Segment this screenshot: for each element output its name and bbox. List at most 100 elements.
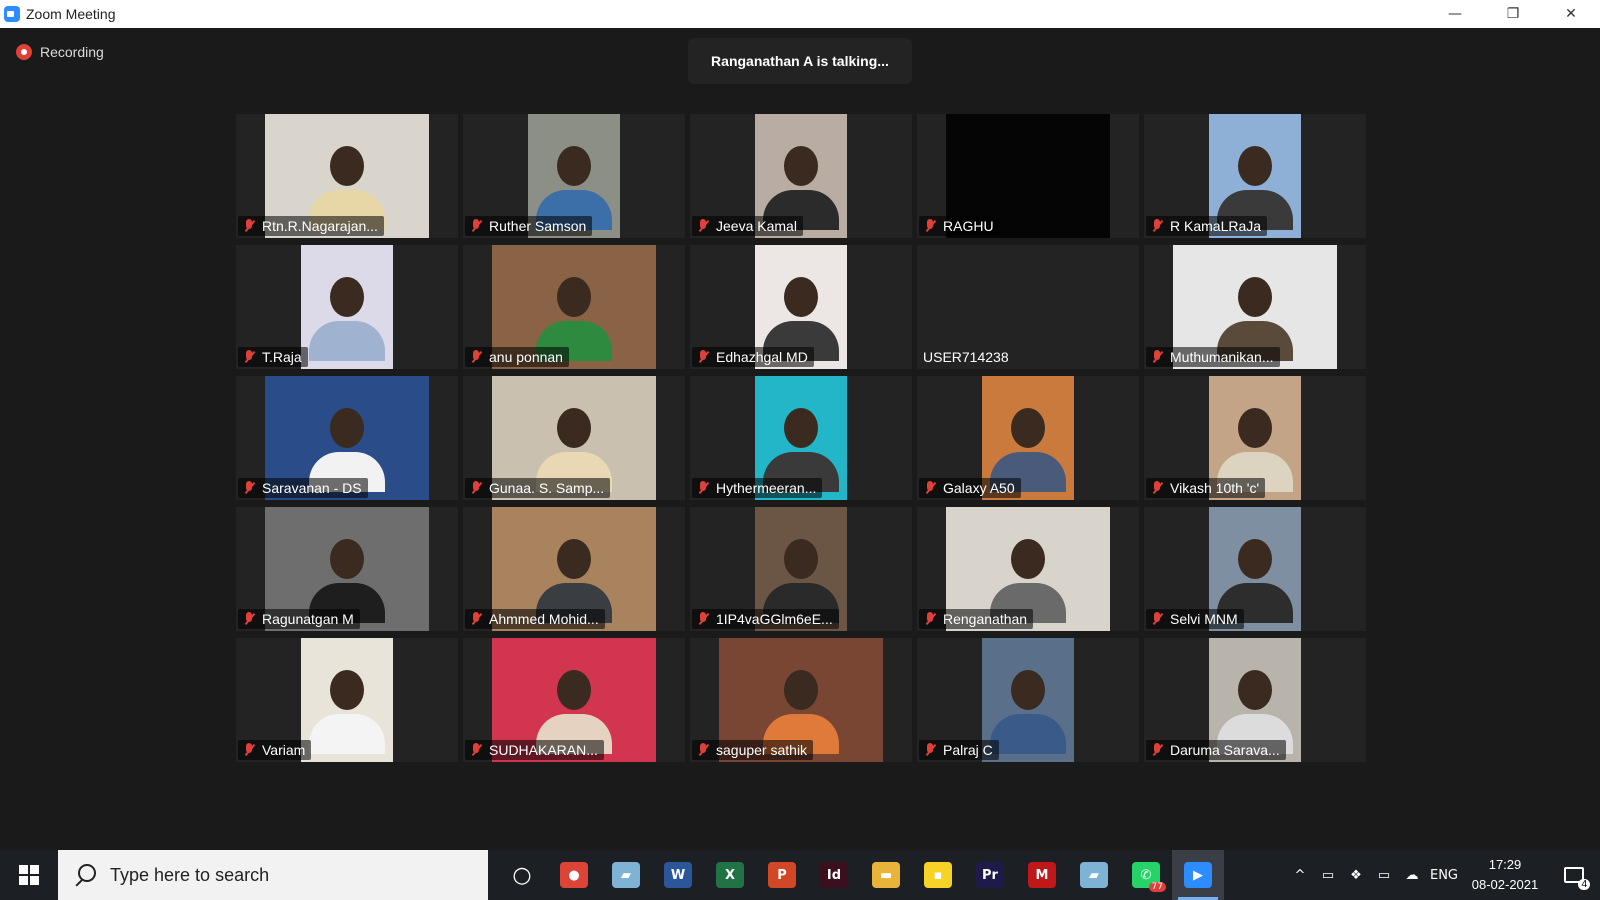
chrome-taskbar-button[interactable]: ● [548,850,600,900]
participant-name: Rtn.R.Nagarajan... [262,218,378,234]
sticky-notes-taskbar-button[interactable]: ▪ [912,850,964,900]
participant-tile[interactable]: Saravanan - DS [236,376,458,500]
participant-tile[interactable]: Muthumanikan... [1144,245,1366,369]
muted-mic-icon [923,611,937,627]
participant-name: T.Raja [262,349,302,365]
participant-name-tag: Jeeva Kamal [692,216,803,236]
device-icon[interactable]: ▭ [1314,850,1342,900]
participant-name-tag: anu ponnan [465,347,569,367]
app2-icon: ▰ [1080,862,1108,888]
onedrive-cloud-icon[interactable]: ☁ [1398,850,1426,900]
search-placeholder: Type here to search [110,864,270,885]
participant-tile[interactable]: SUDHAKARAN... [463,638,685,762]
participant-tile[interactable]: saguper sathik [690,638,912,762]
participant-video [301,245,393,369]
participant-name-tag: Renganathan [919,609,1034,629]
participant-tile[interactable]: Daruma Sarava... [1144,638,1366,762]
participant-tile[interactable]: 1IP4vaGGlm6eE... [690,507,912,631]
participant-tile[interactable]: Vikash 10th 'c' [1144,376,1366,500]
participant-tile[interactable]: Palraj C [917,638,1139,762]
excel-taskbar-button[interactable]: X [704,850,756,900]
zoom-window: Zoom Meeting — ❐ ✕ Recording Ranganathan… [0,0,1600,900]
participant-tile[interactable]: Edhazhgal MD [690,245,912,369]
clock-date: 08-02-2021 [1471,877,1539,892]
powerpoint-taskbar-button[interactable]: P [756,850,808,900]
participant-tile[interactable]: Selvi MNM [1144,507,1366,631]
participant-figure [309,670,385,754]
unread-badge: 77 [1148,882,1166,892]
mcafee-icon: M [1028,862,1056,888]
participant-tile[interactable]: Ruther Samson [463,114,685,238]
indesign-taskbar-button[interactable]: Id [808,850,860,900]
participant-figure [309,277,385,361]
participant-tile[interactable]: Renganathan [917,507,1139,631]
participant-name: Edhazhgal MD [716,349,808,365]
muted-mic-icon [1150,349,1164,365]
participant-name: 1IP4vaGGlm6eE... [716,611,833,627]
app2-taskbar-button[interactable]: ▰ [1068,850,1120,900]
mcafee-taskbar-button[interactable]: M [1016,850,1068,900]
premiere-taskbar-button[interactable]: Pr [964,850,1016,900]
participant-name: Jeeva Kamal [716,218,797,234]
participant-tile[interactable]: anu ponnan [463,245,685,369]
word-taskbar-button[interactable]: W [652,850,704,900]
participant-name: Gunaa. S. Samp... [489,480,605,496]
participant-tile[interactable]: Jeeva Kamal [690,114,912,238]
participant-tile[interactable]: RAGHU [917,114,1139,238]
chrome-icon: ● [560,862,588,888]
participant-tile[interactable]: Galaxy A50 [917,376,1139,500]
muted-mic-icon [242,480,256,496]
participant-name-tag: T.Raja [238,347,308,367]
show-hidden-icons-chevron-icon[interactable]: ^ [1286,850,1314,900]
action-center-button[interactable]: 4 [1548,850,1600,900]
muted-mic-icon [696,349,710,365]
participant-tile[interactable]: R KamaLRaJa [1144,114,1366,238]
participant-name: Variam [262,742,306,758]
participant-name-tag: Selvi MNM [1146,609,1244,629]
participant-tile[interactable]: T.Raja [236,245,458,369]
muted-mic-icon [469,480,483,496]
restore-button[interactable]: ❐ [1484,0,1542,28]
participant-tile[interactable]: Gunaa. S. Samp... [463,376,685,500]
app-taskbar-button[interactable]: ▰ [600,850,652,900]
participant-tile[interactable]: Variam [236,638,458,762]
premiere-icon: Pr [976,862,1004,888]
muted-mic-icon [469,611,483,627]
participant-tile[interactable]: Ragunatgan M [236,507,458,631]
participant-name-tag: Hythermeeran... [692,478,823,498]
participant-name-tag: SUDHAKARAN... [465,740,604,760]
participant-name-tag: Gunaa. S. Samp... [465,478,611,498]
start-button[interactable] [0,850,58,900]
muted-mic-icon [923,218,937,234]
participant-name: Galaxy A50 [943,480,1015,496]
recording-indicator[interactable]: Recording [16,44,104,60]
participant-name: Vikash 10th 'c' [1170,480,1260,496]
dropbox-icon[interactable]: ❖ [1342,850,1370,900]
excel-icon: X [716,862,744,888]
minimize-button[interactable]: — [1426,0,1484,28]
participant-tile[interactable]: Ahmmed Mohid... [463,507,685,631]
whatsapp-taskbar-button[interactable]: ✆ 77 [1120,850,1172,900]
close-button[interactable]: ✕ [1542,0,1600,28]
participant-name-tag: Ahmmed Mohid... [465,609,605,629]
cortana-icon: ○ [512,862,532,888]
participant-name: Saravanan - DS [262,480,362,496]
zoom-taskbar-button[interactable]: ▶ [1172,850,1224,900]
file-explorer-taskbar-button[interactable]: ▬ [860,850,912,900]
battery-icon[interactable]: ▭ [1370,850,1398,900]
muted-mic-icon [242,742,256,758]
title-bar: Zoom Meeting — ❐ ✕ [0,0,1600,28]
clock[interactable]: 17:29 08-02-2021 [1462,850,1548,900]
participant-tile[interactable]: USER714238 [917,245,1139,369]
participant-name: Hythermeeran... [716,480,817,496]
participant-tile[interactable]: Rtn.R.Nagarajan... [236,114,458,238]
window-title: Zoom Meeting [26,6,116,22]
taskbar-search-box[interactable]: Type here to search [58,850,488,900]
cortana-taskbar-button[interactable]: ○ [496,850,548,900]
language-indicator[interactable]: ENG [1426,850,1462,900]
participant-name: Daruma Sarava... [1170,742,1280,758]
participant-tile[interactable]: Hythermeeran... [690,376,912,500]
recording-icon [16,44,32,60]
participant-name-tag: Rtn.R.Nagarajan... [238,216,384,236]
participant-name: RAGHU [943,218,994,234]
